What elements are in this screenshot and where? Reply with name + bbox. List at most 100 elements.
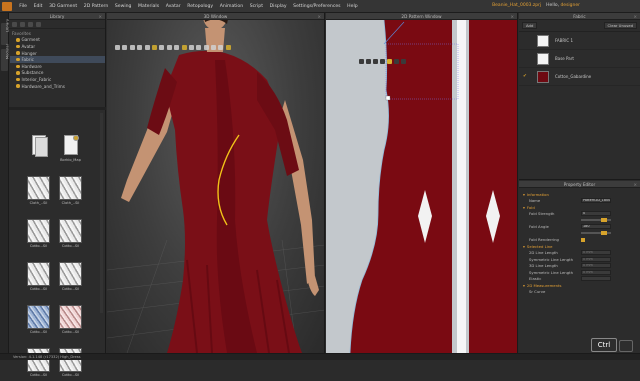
library-thumbnail[interactable]: Cotto...Sil	[59, 219, 82, 252]
library-thumbnail[interactable]: Cotto...Sil	[27, 305, 50, 338]
list-view-icon[interactable]	[28, 21, 33, 27]
fabric-panel: Fabric × Add Clear Unused FABRIC 1 Base P…	[519, 13, 640, 180]
library-thumbnail[interactable]: Borkio_Map	[59, 133, 82, 166]
polygon-icon[interactable]	[387, 59, 392, 64]
rectangle-icon[interactable]	[394, 59, 399, 64]
camera-icon[interactable]	[196, 45, 202, 50]
symmetric-line-length-field[interactable]: 0 mm	[581, 256, 611, 262]
library-thumbnail[interactable]: Cloth_..Sil	[59, 176, 82, 209]
fold-rendering-checkbox[interactable]	[581, 237, 585, 242]
curve-point-icon[interactable]	[380, 59, 385, 64]
library-thumbnail[interactable]: Cloth_..Sil	[27, 176, 50, 209]
3d-line-length-field[interactable]: 0 mm	[581, 263, 611, 269]
fabric-item[interactable]: FABRIC 1	[519, 32, 640, 50]
render-icon[interactable]	[218, 45, 224, 50]
hanger-icon[interactable]	[174, 45, 180, 50]
menu-script[interactable]: Script	[246, 4, 266, 9]
tree-item-garment[interactable]: Garment	[10, 37, 105, 44]
menu-retopology[interactable]: Retopology	[184, 4, 216, 9]
back-icon[interactable]	[12, 21, 17, 27]
transform-icon[interactable]	[366, 59, 371, 64]
fabric-swatch-icon	[59, 176, 82, 200]
menu-3d-garment[interactable]: 3D Garment	[46, 4, 81, 9]
stress-icon[interactable]	[188, 45, 194, 50]
library-thumbnail[interactable]	[27, 133, 50, 166]
fold-angle-slider[interactable]	[581, 231, 611, 236]
symmetric-3d-line-length-field[interactable]: 0 mm	[581, 269, 611, 275]
light-icon[interactable]	[203, 45, 209, 50]
tree-header-favorites[interactable]: Favorites	[10, 30, 105, 37]
edit-point-icon[interactable]	[373, 59, 378, 64]
tack-icon[interactable]	[144, 45, 150, 50]
measure-icon[interactable]	[159, 45, 165, 50]
grid-view-icon[interactable]	[36, 21, 41, 27]
elastic-field[interactable]	[581, 276, 611, 282]
fabric-swatch-icon	[27, 133, 50, 157]
tree-item-fabric[interactable]: Fabric	[10, 56, 105, 63]
add-fabric-button[interactable]: Add	[522, 22, 538, 29]
fabric-item[interactable]: Base Part	[519, 50, 640, 68]
fabric-item[interactable]: ✔ Cotton_Gabardine	[519, 68, 640, 86]
fold-icon[interactable]	[129, 45, 135, 50]
library-thumbnail-grid: Borkio_Map Cloth_..Sil Cloth_..Sil Cotto…	[27, 133, 99, 381]
library-splitter[interactable]	[9, 107, 106, 110]
menu-animation[interactable]: Animation	[216, 4, 246, 9]
side-tab-strip: Library Modular	[0, 13, 10, 353]
library-thumbnail[interactable]: Cotto...Sil	[59, 262, 82, 295]
folder-icon	[16, 64, 20, 69]
close-icon[interactable]: ×	[510, 13, 514, 20]
close-icon[interactable]: ×	[317, 13, 321, 20]
tree-item-avatar[interactable]: Avatar	[10, 43, 105, 50]
menu-materials[interactable]: Materials	[135, 4, 163, 9]
close-icon[interactable]: ×	[633, 13, 637, 20]
circle-icon[interactable]	[401, 59, 406, 64]
fold-strength-slider[interactable]	[581, 218, 611, 223]
grid-icon[interactable]	[211, 45, 217, 50]
library-panel: Library × Favorites Garment Avatar Hanger…	[9, 13, 106, 377]
menu-2d-pattern[interactable]: 2D Pattern	[81, 4, 112, 9]
fabric-swatch-icon	[59, 133, 82, 157]
2d-pattern-canvas[interactable]	[326, 20, 517, 353]
pattern-pieces	[326, 20, 517, 353]
menu-file[interactable]: File	[16, 4, 30, 9]
avatar-garment-render	[107, 20, 324, 353]
pin-icon[interactable]	[137, 45, 143, 50]
library-thumbnail[interactable]: Cotto...Sil	[59, 305, 82, 338]
fold-angle-field[interactable]: 180	[581, 224, 611, 230]
menu-avatar[interactable]: Avatar	[162, 4, 184, 9]
tab-modular[interactable]: Modular	[1, 44, 10, 71]
library-thumbnail[interactable]: Cotto...Sil	[27, 219, 50, 252]
simulate-icon[interactable]	[151, 45, 157, 50]
menu-edit[interactable]: Edit	[30, 4, 46, 9]
fold-strength-field[interactable]: 0	[581, 211, 611, 217]
tree-item-hanger[interactable]: Hanger	[10, 50, 105, 57]
library-thumbnail[interactable]: Cotto...Sil	[27, 262, 50, 295]
menu-display[interactable]: Display	[266, 4, 290, 9]
tree-item-hardware-trims[interactable]: Hardware_and_Trims	[10, 83, 105, 90]
forward-icon[interactable]	[20, 21, 25, 27]
tree-item-substance[interactable]: Substance	[10, 70, 105, 77]
select-icon[interactable]	[359, 59, 364, 64]
3d-viewport[interactable]	[107, 20, 324, 353]
clear-unused-button[interactable]: Clear Unused	[603, 22, 637, 29]
library-toolbar	[9, 20, 105, 29]
close-icon[interactable]: ×	[98, 13, 102, 20]
folder-icon	[16, 57, 20, 62]
menu-settings[interactable]: Settings/Preferences	[290, 4, 344, 9]
fabric-swatch	[537, 70, 549, 83]
fabric-swatch	[537, 52, 549, 65]
menu-sewing[interactable]: Sewing	[112, 4, 135, 9]
menu-help[interactable]: Help	[344, 4, 361, 9]
select-icon[interactable]	[115, 45, 120, 50]
library-scrollbar[interactable]	[100, 113, 103, 313]
close-icon[interactable]: ×	[633, 181, 637, 188]
view-icon[interactable]	[225, 45, 231, 50]
name-field[interactable]: Pattern2D_18003777	[581, 198, 611, 204]
texture-icon[interactable]	[181, 45, 187, 50]
tree-item-interior-fabric[interactable]: Interior_Fabric	[10, 76, 105, 83]
move-icon[interactable]	[122, 45, 128, 50]
library-tree: Favorites Garment Avatar Hanger Fabric H…	[9, 29, 105, 89]
2d-line-length-field[interactable]: 0 mm	[581, 250, 611, 256]
tree-item-hardware[interactable]: Hardware	[10, 63, 105, 70]
avatar-icon[interactable]	[166, 45, 172, 50]
